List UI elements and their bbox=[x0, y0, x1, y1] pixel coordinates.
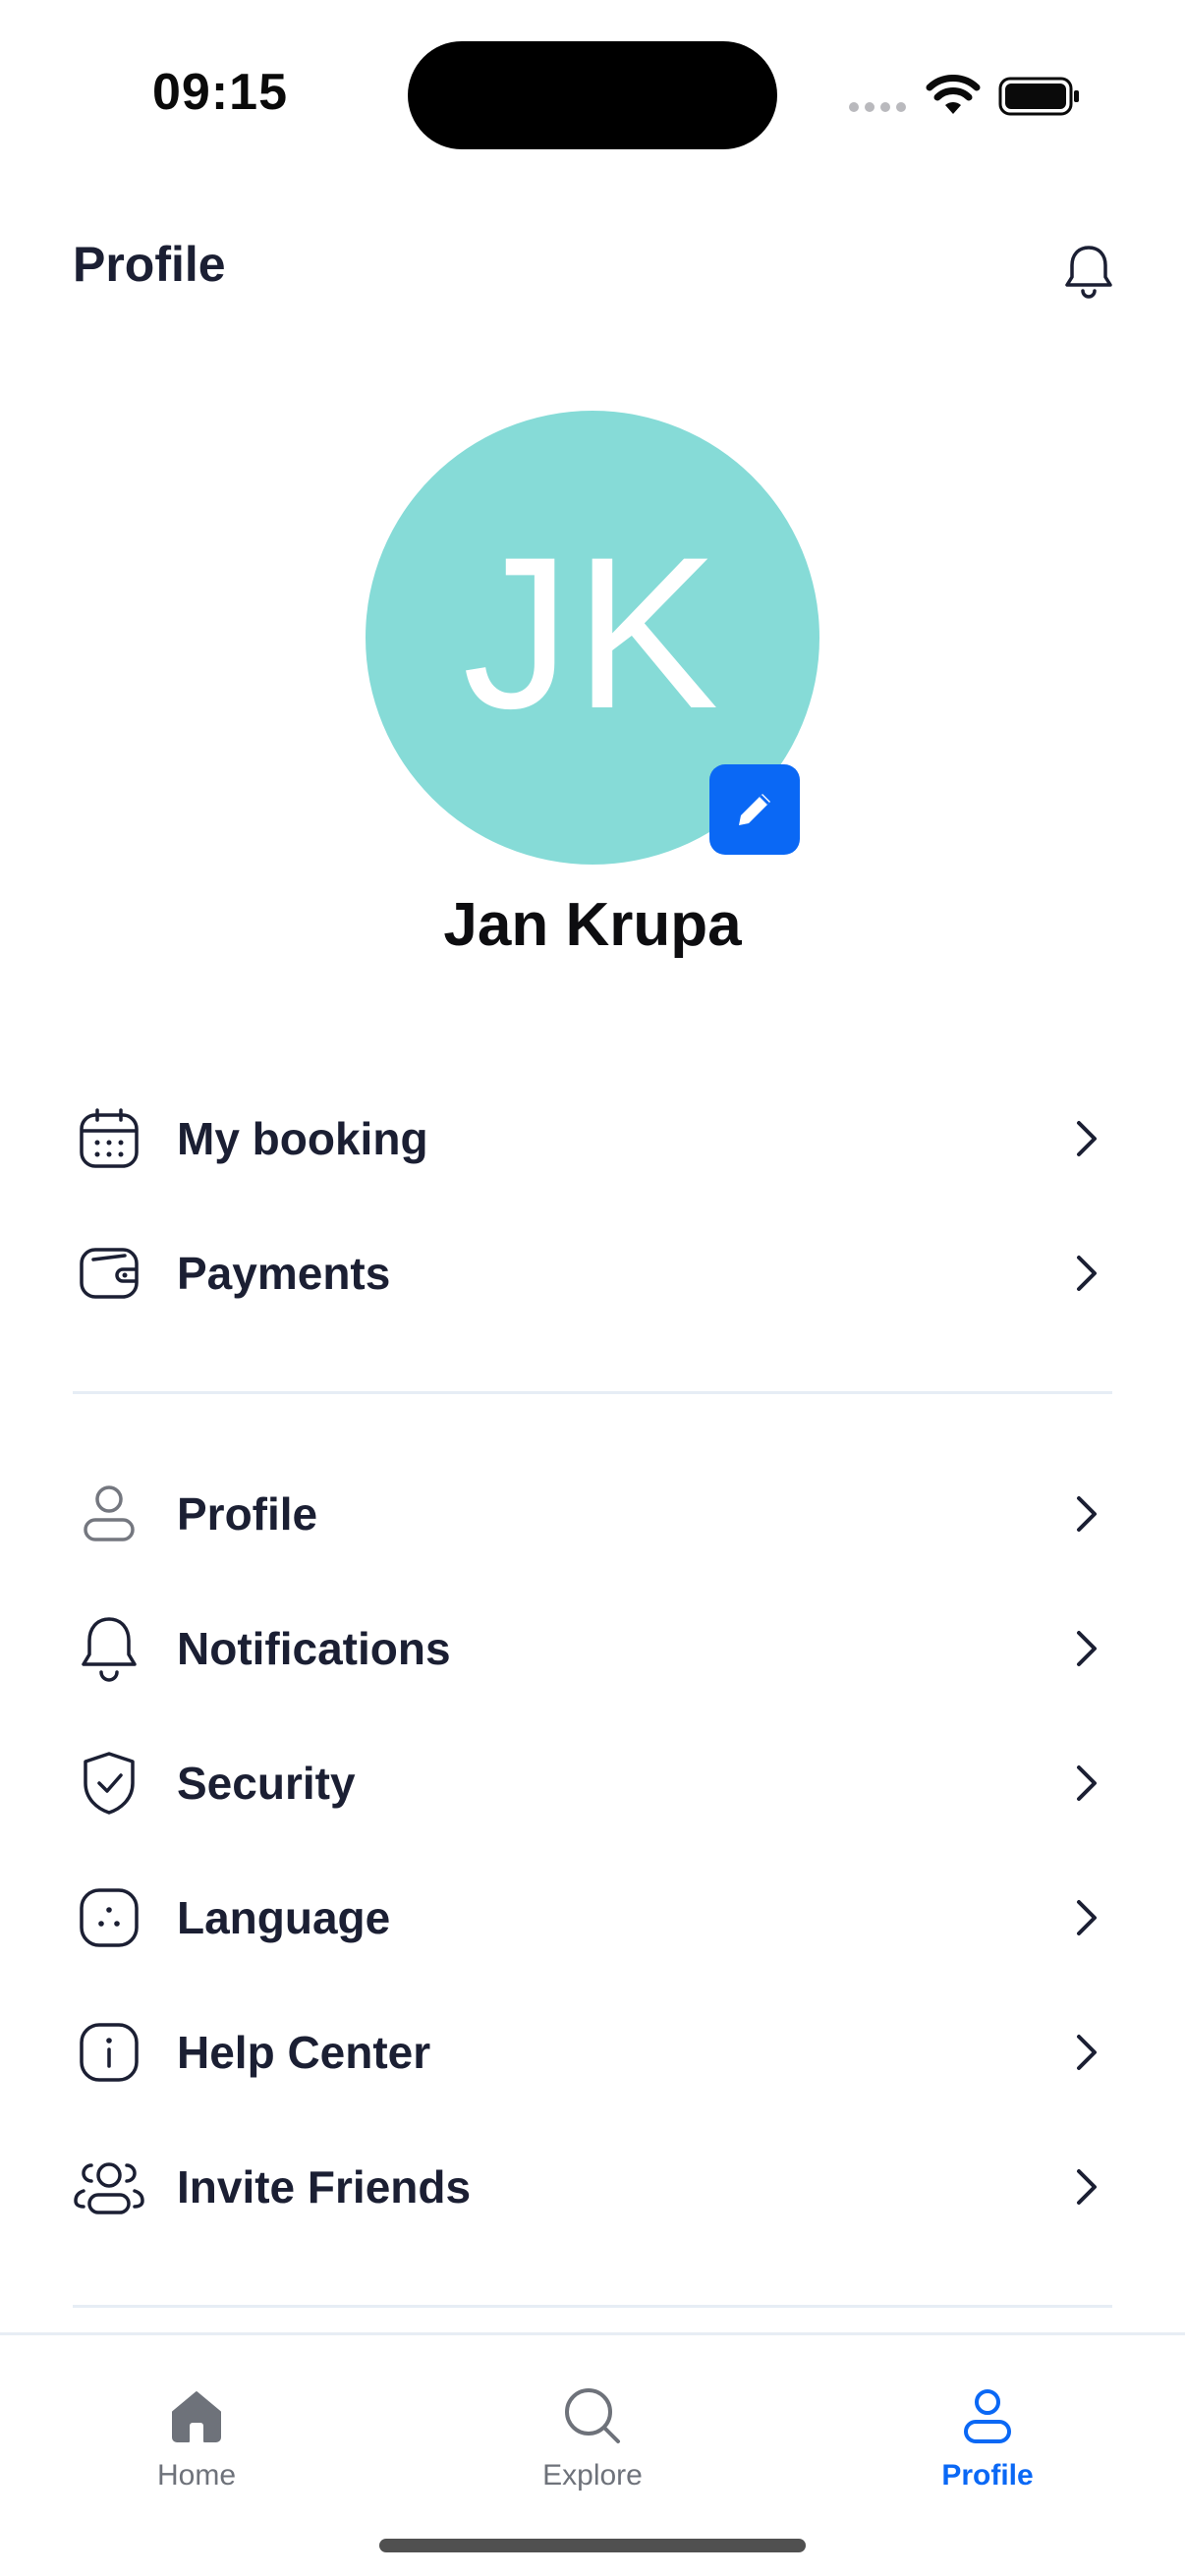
users-icon bbox=[73, 2151, 145, 2223]
chevron-right-icon bbox=[1077, 1631, 1097, 1666]
calendar-icon bbox=[73, 1102, 145, 1175]
menu-label: Security bbox=[177, 1758, 356, 1809]
pencil-icon bbox=[739, 794, 770, 825]
menu-label: Help Center bbox=[177, 2027, 431, 2078]
tab-label: Profile bbox=[941, 2459, 1034, 2492]
menu-label: Payments bbox=[177, 1248, 391, 1299]
dynamic-island bbox=[408, 41, 777, 149]
edit-avatar-button[interactable] bbox=[709, 764, 800, 855]
menu-item-help-center[interactable]: Help Center bbox=[0, 2003, 1185, 2101]
user-icon bbox=[956, 2384, 1019, 2447]
menu-label: My booking bbox=[177, 1113, 428, 1164]
menu-item-security[interactable]: Security bbox=[0, 1734, 1185, 1832]
tab-home[interactable]: Home bbox=[79, 2384, 314, 2492]
status-time: 09:15 bbox=[152, 64, 288, 121]
menu-item-language[interactable]: Language bbox=[0, 1869, 1185, 1967]
tab-explore[interactable]: Explore bbox=[475, 2384, 710, 2492]
chevron-right-icon bbox=[1077, 2169, 1097, 2205]
menu-item-invite-friends[interactable]: Invite Friends bbox=[0, 2138, 1185, 2236]
menu-item-my-booking[interactable]: My booking bbox=[0, 1090, 1185, 1188]
bell-icon[interactable] bbox=[1061, 242, 1116, 301]
tab-label: Explore bbox=[542, 2459, 643, 2492]
tab-label: Home bbox=[156, 2459, 237, 2492]
tab-profile[interactable]: Profile bbox=[870, 2384, 1105, 2492]
language-icon bbox=[73, 1881, 145, 1954]
wifi-icon bbox=[926, 75, 981, 114]
chevron-right-icon bbox=[1077, 2035, 1097, 2070]
chevron-right-icon bbox=[1077, 1900, 1097, 1935]
bell-icon bbox=[73, 1612, 145, 1685]
menu-label: Notifications bbox=[177, 1623, 451, 1674]
divider bbox=[73, 2305, 1112, 2308]
info-icon bbox=[73, 2016, 145, 2089]
search-icon bbox=[561, 2384, 624, 2447]
menu-item-payments[interactable]: Payments bbox=[0, 1224, 1185, 1322]
shield-check-icon bbox=[73, 1747, 145, 1820]
battery-icon bbox=[998, 77, 1079, 116]
home-indicator bbox=[379, 2539, 806, 2552]
user-name: Jan Krupa bbox=[443, 891, 742, 959]
menu-label: Invite Friends bbox=[177, 2161, 472, 2212]
menu-item-profile[interactable]: Profile bbox=[0, 1465, 1185, 1563]
cellular-signal-icon bbox=[849, 102, 906, 112]
menu-item-notifications[interactable]: Notifications bbox=[0, 1599, 1185, 1698]
status-bar: 09:15 bbox=[0, 0, 1185, 187]
menu-label: Language bbox=[177, 1892, 391, 1943]
divider bbox=[73, 1391, 1112, 1394]
avatar-initials: JK bbox=[462, 511, 723, 754]
wallet-icon bbox=[73, 1237, 145, 1310]
menu-label: Profile bbox=[177, 1488, 318, 1540]
page-title: Profile bbox=[73, 237, 226, 292]
user-icon bbox=[73, 1478, 145, 1550]
chevron-right-icon bbox=[1077, 1496, 1097, 1532]
chevron-right-icon bbox=[1077, 1765, 1097, 1801]
chevron-right-icon bbox=[1077, 1121, 1097, 1156]
chevron-right-icon bbox=[1077, 1256, 1097, 1291]
home-icon bbox=[165, 2384, 228, 2447]
